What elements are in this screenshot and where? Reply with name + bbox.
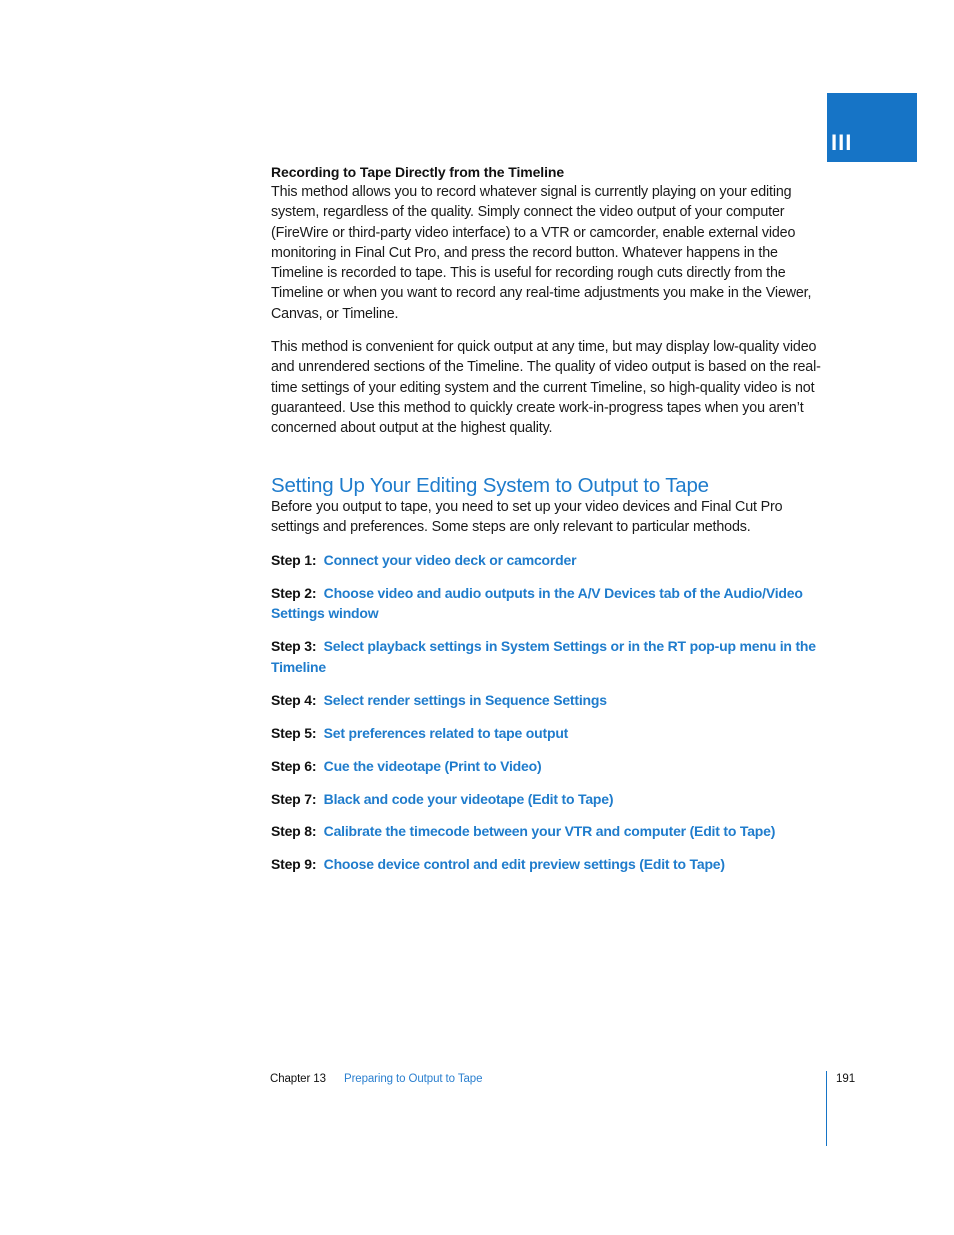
intro-paragraph: Before you output to tape, you need to s… (271, 499, 783, 536)
footer-chapter-title-link[interactable]: Preparing to Output to Tape (344, 1073, 482, 1085)
step-label: Step 3: (271, 638, 317, 655)
step-item: Step 2: Choose video and audio outputs i… (271, 583, 841, 624)
step-label: Step 9: (271, 856, 317, 873)
steps-list: Step 1: Connect your video deck or camco… (271, 550, 841, 887)
step-label: Step 1: (271, 552, 317, 568)
step-link[interactable]: Select render settings in Sequence Setti… (324, 692, 607, 708)
body-paragraph: This method is convenient for quick outp… (271, 339, 821, 437)
step-link[interactable]: Select playback settings in System Setti… (271, 638, 816, 674)
step-item: Step 4: Select render settings in Sequen… (271, 690, 841, 710)
step-link[interactable]: Set preferences related to tape output (324, 725, 569, 741)
page-number: 191 (836, 1073, 856, 1085)
part-tab: III (827, 93, 917, 162)
recording-section: Recording to Tape Directly from the Time… (271, 162, 831, 439)
step-link[interactable]: Black and code your videotape (Edit to T… (324, 791, 614, 807)
step-label: Step 4: (271, 691, 317, 708)
step-item: Step 3: Select playback settings in Syst… (271, 636, 841, 677)
step-item: Step 8: Calibrate the timecode between y… (271, 821, 841, 841)
step-link[interactable]: Choose device control and edit preview s… (324, 856, 725, 872)
step-link[interactable]: Cue the videotape (Print to Video) (324, 758, 542, 774)
section-subheading: Recording to Tape Directly from the Time… (271, 164, 565, 180)
step-item: Step 9: Choose device control and edit p… (271, 854, 841, 874)
step-label: Step 5: (271, 724, 317, 741)
step-item: Step 6: Cue the videotape (Print to Vide… (271, 756, 841, 776)
step-item: Step 7: Black and code your videotape (E… (271, 789, 841, 809)
step-link[interactable]: Connect your video deck or camcorder (324, 552, 577, 568)
step-label: Step 6: (271, 757, 317, 774)
step-item: Step 1: Connect your video deck or camco… (271, 550, 841, 570)
body-paragraph: This method allows you to record whateve… (271, 184, 812, 322)
step-label: Step 7: (271, 790, 317, 807)
step-label: Step 2: (271, 584, 317, 601)
step-link[interactable]: Calibrate the timecode between your VTR … (324, 823, 776, 839)
footer-chapter-label: Chapter 13 (270, 1073, 326, 1085)
step-item: Step 5: Set preferences related to tape … (271, 723, 841, 743)
step-label: Step 8: (271, 823, 317, 840)
section-title: Setting Up Your Editing System to Output… (271, 474, 709, 497)
part-number: III (831, 130, 853, 155)
step-link[interactable]: Choose video and audio outputs in the A/… (271, 585, 803, 621)
section-intro: Before you output to tape, you need to s… (271, 497, 831, 538)
footer-divider (826, 1071, 827, 1146)
